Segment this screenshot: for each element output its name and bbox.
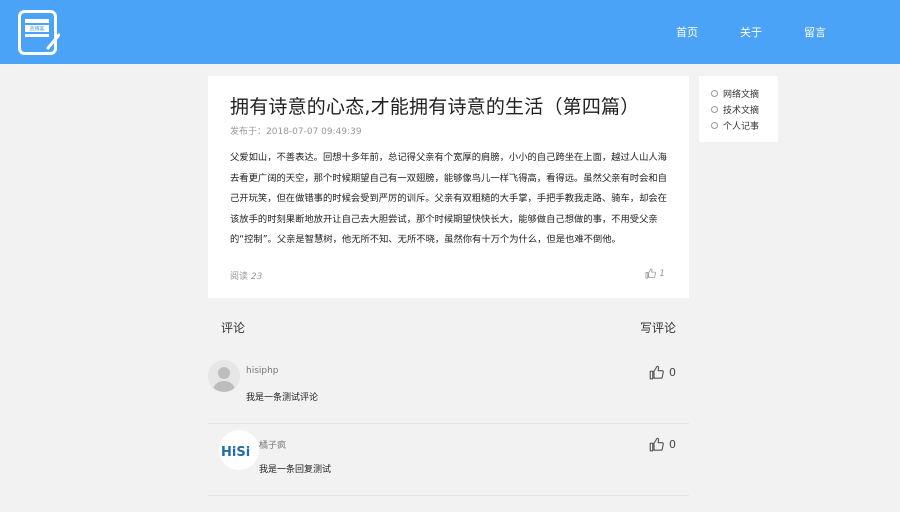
read-count-value: 23	[250, 272, 263, 282]
nav-item-home[interactable]: 首页	[676, 24, 698, 40]
bullet-circle-icon	[711, 121, 718, 129]
nav-item-guestbook[interactable]: 留言	[804, 24, 826, 40]
comment-item: HiSi 橘子疯 我是一条回复测试 0	[208, 424, 689, 496]
article-date: 发布于：2018-07-07 09:49:39	[230, 124, 362, 137]
article-card: 拥有诗意的心态,才能拥有诗意的生活（第四篇） 发布于：2018-07-07 09…	[208, 76, 689, 298]
article-like-count: 1	[659, 268, 665, 279]
comment-like-button[interactable]: 0	[649, 365, 676, 380]
sidebar-item-label: 技术文摘	[723, 105, 760, 116]
comment-username[interactable]: 橘子疯	[259, 438, 286, 451]
article-title: 拥有诗意的心态,才能拥有诗意的生活（第四篇）	[230, 96, 640, 118]
comment-item: hisiphp 我是一条测试评论 0	[208, 352, 689, 424]
comment-text: 我是一条回复测试	[259, 465, 332, 475]
write-comment-button[interactable]: 写评论	[640, 319, 676, 336]
svg-text:HiSi: HiSi	[221, 445, 250, 460]
nav-item-about[interactable]: 关于	[740, 24, 762, 40]
top-header: 资博客 首页 关于 留言	[0, 0, 900, 64]
bullet-circle-icon	[711, 105, 718, 113]
thumbs-up-icon	[649, 437, 664, 452]
bullet-circle-icon	[711, 89, 718, 97]
sidebar-item-tech-digest[interactable]: 技术文摘	[711, 101, 778, 117]
sidebar-item-personal-notes[interactable]: 个人记事	[711, 117, 778, 133]
article-like-button[interactable]: 1	[645, 268, 665, 279]
avatar: HiSi	[219, 430, 259, 470]
read-label: 阅读	[230, 272, 249, 282]
default-avatar-icon	[208, 360, 240, 392]
category-sidebar: 网络文摘 技术文摘 个人记事	[699, 76, 778, 142]
avatar	[208, 360, 240, 392]
sidebar-item-label: 网络文摘	[723, 89, 760, 100]
comment-username[interactable]: hisiphp	[246, 366, 279, 376]
sidebar-item-web-digest[interactable]: 网络文摘	[711, 85, 778, 101]
comment-text: 我是一条测试评论	[246, 393, 319, 403]
thumbs-up-icon	[645, 268, 657, 279]
hisi-logo-icon: HiSi	[219, 430, 259, 470]
sidebar-item-label: 个人记事	[723, 121, 760, 132]
comments-title: 评论	[221, 321, 246, 335]
read-count: 阅读 23	[230, 269, 262, 282]
comment-like-count: 0	[669, 366, 676, 379]
comment-like-button[interactable]: 0	[649, 437, 676, 452]
svg-text:资博客: 资博客	[29, 26, 44, 33]
date-label: 发布于：	[230, 127, 267, 137]
thumbs-up-icon	[649, 365, 664, 380]
comment-like-count: 0	[669, 438, 676, 451]
site-logo[interactable]: 资博客	[18, 10, 61, 56]
comments-section: 评论 写评论 hisiphp 我是一条测试评论 0 HiSi 橘子疯 我是一条回	[208, 298, 689, 512]
date-value: 2018-07-07 09:49:39	[266, 127, 362, 137]
article-body: 父爱如山，不善表达。回想十多年前，总记得父亲有个宽厚的肩膀，小小的自己跨坐在上面…	[230, 152, 667, 245]
notebook-logo-icon: 资博客	[18, 10, 61, 55]
